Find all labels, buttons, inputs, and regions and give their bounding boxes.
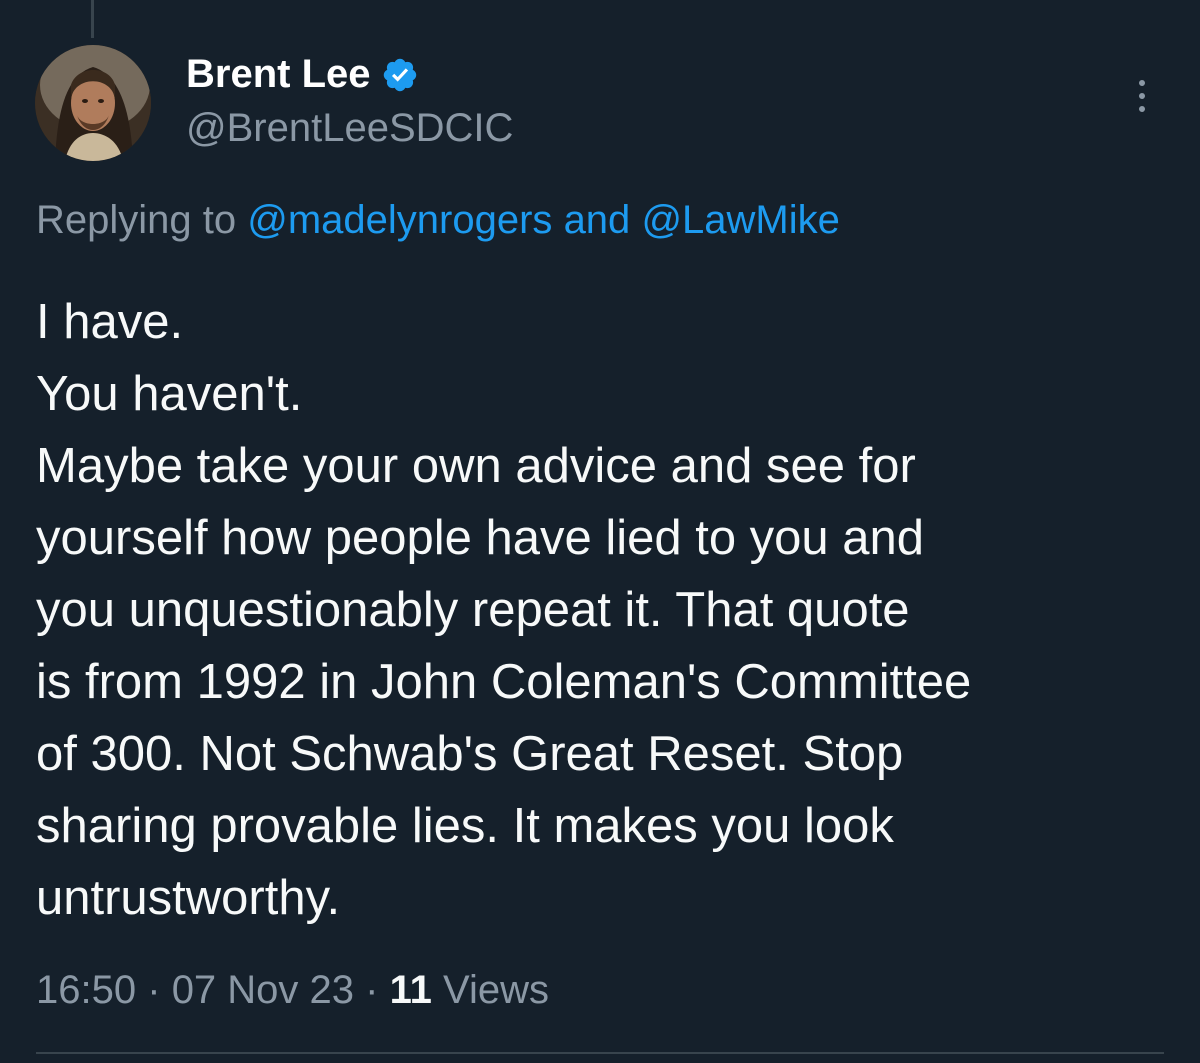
tweet-text-line: yourself how people have lied to you and bbox=[36, 511, 925, 565]
more-dot bbox=[1139, 80, 1145, 86]
more-dot bbox=[1139, 106, 1145, 112]
replying-to-line: Replying to @madelynrogers and @LawMike bbox=[36, 198, 840, 243]
tweet-text-line: Maybe take your own advice and see for bbox=[36, 439, 916, 493]
avatar[interactable] bbox=[35, 45, 151, 161]
mention-link[interactable]: @madelynrogers bbox=[247, 198, 552, 242]
tweet-time[interactable]: 16:50 bbox=[36, 968, 136, 1012]
author-handle[interactable]: @BrentLeeSDCIC bbox=[186, 106, 513, 151]
tweet-text-line: untrustworthy. bbox=[36, 871, 341, 925]
tweet-text-line: is from 1992 in John Coleman's Committee bbox=[36, 655, 972, 709]
divider bbox=[36, 1052, 1164, 1054]
tweet-text: I have. You haven't. Maybe take your own… bbox=[36, 286, 1166, 934]
mention-link[interactable]: @LawMike bbox=[641, 198, 839, 242]
tweet-text-line: You haven't. bbox=[36, 367, 303, 421]
meta-separator: · bbox=[365, 968, 379, 1012]
verified-badge-icon bbox=[383, 58, 416, 91]
mention-conjunction: and bbox=[563, 198, 631, 242]
meta-separator: · bbox=[147, 968, 161, 1012]
thread-connector-line bbox=[91, 0, 94, 38]
tweet-text-line: of 300. Not Schwab's Great Reset. Stop bbox=[36, 727, 904, 781]
author-name-row: Brent Lee bbox=[186, 52, 419, 97]
tweet-text-line: I have. bbox=[36, 295, 184, 349]
views-label[interactable]: Views bbox=[443, 968, 549, 1012]
author-name[interactable]: Brent Lee bbox=[186, 52, 371, 97]
views-count[interactable]: 11 bbox=[390, 968, 432, 1012]
tweet-text-line: you unquestionably repeat it. That quote bbox=[36, 583, 910, 637]
tweet-meta: 16:50 · 07 Nov 23 · 11 Views bbox=[36, 968, 549, 1013]
more-dot bbox=[1139, 93, 1145, 99]
tweet-date[interactable]: 07 Nov 23 bbox=[172, 968, 354, 1012]
profile-photo bbox=[35, 45, 151, 161]
replying-to-prefix: Replying to bbox=[36, 198, 237, 242]
tweet-text-line: sharing provable lies. It makes you look bbox=[36, 799, 894, 853]
more-vertical-icon[interactable] bbox=[1122, 76, 1162, 116]
